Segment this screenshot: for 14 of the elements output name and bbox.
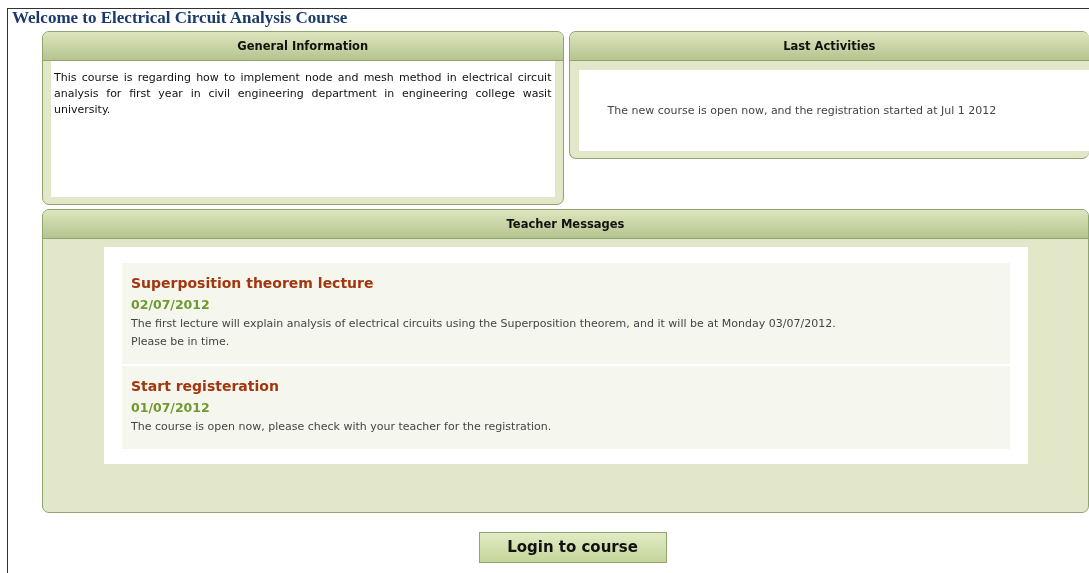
course-description: This course is regarding how to implement node and mesh method in electrical circuit analysis for first year in civil engineering department in engineering college wasit university. [54,70,552,118]
message-title: Start registeration [131,377,280,395]
message-text: The course is open now, please check with your teacher for the registration. [131,419,553,435]
message-text: Please be in time. [131,334,231,350]
message-text: The first lecture will explain analysis of electrical circuits using the Superposition theorem, and it will be at Monday 03/07/2012. [131,316,837,332]
page-title: Welcome to Electrical Circuit Analysis Course [11,9,349,27]
message-title: Superposition theorem lecture [131,274,375,292]
activity-text: The new course is open now, and the registration started at Jul 1 2012 [607,104,997,117]
panel-title: Teacher Messages [43,210,1088,239]
panel-title: Last Activities [569,32,1089,61]
panel-title: General Information [43,32,563,61]
login-button[interactable]: Login to course [478,532,667,563]
message-date: 01/07/2012 [131,400,211,415]
message-date: 02/07/2012 [131,297,211,312]
